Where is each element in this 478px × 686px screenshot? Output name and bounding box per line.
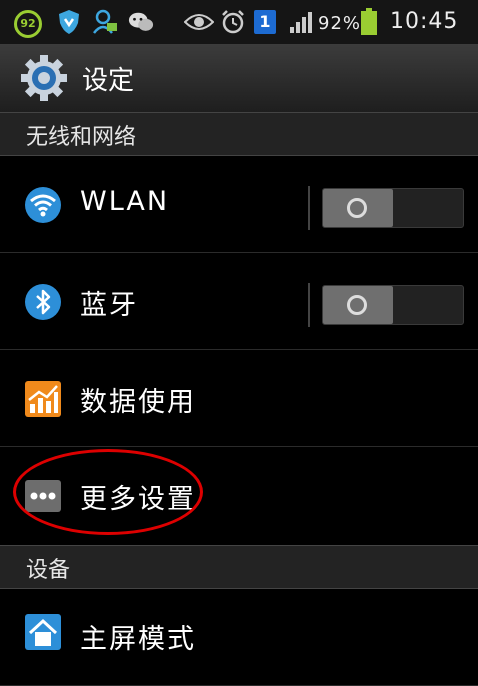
wechat-icon	[128, 9, 154, 35]
alarm-clock-icon	[220, 9, 246, 35]
settings-item-label: 数据使用	[80, 387, 196, 418]
contact-notification-icon	[92, 9, 118, 35]
sim-badge-icon: 1	[254, 10, 276, 34]
settings-item-data-usage[interactable]: 数据使用	[0, 350, 478, 447]
settings-item-label: 主屏模式	[80, 624, 196, 655]
clock-time: 10:45	[390, 9, 459, 34]
wifi-icon	[24, 186, 62, 224]
toggle-knob	[323, 286, 393, 324]
section-header-wireless: 无线和网络	[0, 112, 478, 156]
action-bar: 设定	[0, 44, 478, 113]
battery-percent: 92%	[318, 13, 362, 34]
divider	[308, 186, 310, 230]
settings-item-label: WLAN	[80, 186, 170, 217]
section-header-label: 无线和网络	[26, 125, 137, 150]
home-icon	[24, 613, 62, 651]
wlan-toggle[interactable]	[322, 188, 464, 228]
settings-item-home-mode[interactable]: 主屏模式	[0, 589, 478, 686]
battery-icon	[358, 8, 380, 35]
settings-gear-icon[interactable]	[20, 54, 68, 102]
page-title: 设定	[82, 66, 135, 96]
bluetooth-icon	[24, 283, 62, 321]
eye-icon	[184, 9, 214, 35]
signal-icon	[288, 9, 318, 35]
bluetooth-toggle[interactable]	[322, 285, 464, 325]
highlight-circle	[13, 449, 203, 535]
section-header-label: 设备	[26, 558, 71, 583]
data-usage-icon	[24, 380, 62, 418]
toggle-knob	[323, 189, 393, 227]
shield-icon	[56, 9, 82, 35]
settings-item-label: 蓝牙	[80, 290, 138, 321]
settings-item-bluetooth[interactable]: 蓝牙	[0, 253, 478, 350]
notification-count-icon: 92	[14, 10, 42, 38]
section-header-device: 设备	[0, 545, 478, 589]
status-bar: 92 1 92% 10:45	[0, 0, 478, 44]
divider	[308, 283, 310, 327]
settings-item-wlan[interactable]: WLAN	[0, 156, 478, 253]
